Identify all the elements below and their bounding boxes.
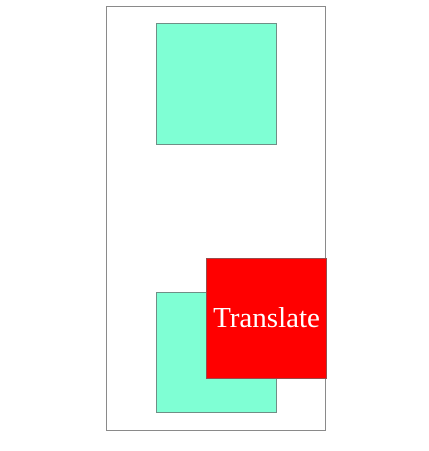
top-aquamarine-square [156, 23, 277, 145]
transform-demo-stage: Translate [0, 0, 429, 451]
translated-red-square: Translate [206, 258, 327, 379]
translate-label: Translate [213, 302, 320, 334]
